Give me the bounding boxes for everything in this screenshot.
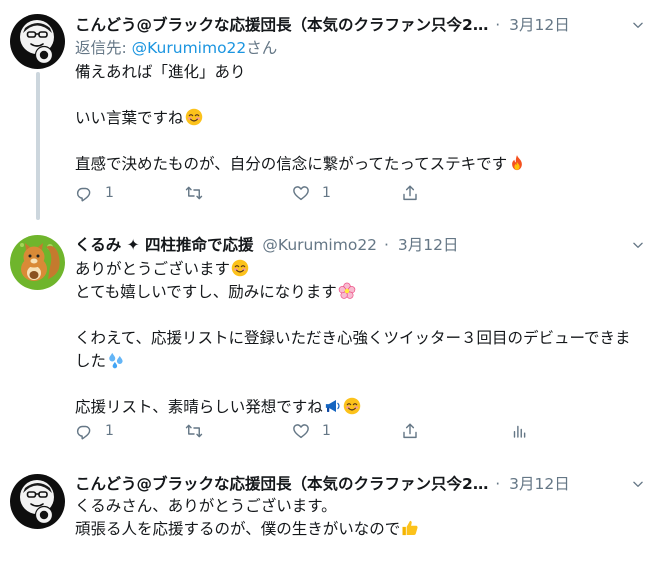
avatar[interactable]	[10, 235, 65, 290]
tweet-date[interactable]: 3月12日	[398, 236, 459, 254]
tweet-line-group: いい言葉ですね	[75, 107, 645, 130]
retweet-icon	[185, 422, 203, 440]
reply-button[interactable]: 1	[75, 421, 114, 441]
cherry-blossom-emoji-icon	[338, 282, 356, 300]
tweet-line: ありがとうございます	[75, 260, 231, 278]
author-handle[interactable]: @Kurumimo22	[262, 236, 377, 254]
like-button[interactable]: 1	[292, 183, 331, 203]
separator-dot: ·	[383, 236, 389, 254]
tweet-date[interactable]: 3月12日	[509, 16, 570, 34]
reply-icon	[75, 422, 93, 440]
tweet-2[interactable]: くるみ ✦ 四柱推命で応援 @Kurumimo22 · 3月12日 ありがとうご…	[0, 215, 655, 460]
retweet-button[interactable]	[185, 421, 215, 441]
chevron-down-icon[interactable]	[631, 237, 645, 251]
tweet-line: 頑張る人を応援するのが、僕の生きがいなので	[75, 520, 401, 538]
smiling-face-emoji-icon	[343, 397, 361, 415]
tweet-actions: 1 1	[75, 421, 545, 441]
share-icon	[401, 184, 419, 202]
retweet-icon	[185, 184, 203, 202]
tweet-line-group: くわえて、応援リストに登録いただき心強くツイッター３回目のデビューできました	[75, 327, 645, 373]
avatar[interactable]	[10, 474, 65, 529]
reply-count: 1	[105, 423, 114, 439]
author-name[interactable]: こんどう@ブラックな応援団長（本気のクラファン只今2…	[75, 473, 488, 495]
thread-line	[35, 72, 40, 220]
tweet-date[interactable]: 3月12日	[509, 475, 570, 493]
replying-to: 返信先: @Kurumimo22さん	[75, 37, 277, 59]
smiling-face-emoji-icon	[185, 108, 203, 126]
separator-dot: ·	[495, 475, 501, 493]
tweet-actions: 1 1	[75, 183, 545, 203]
reply-suffix: さん	[246, 39, 278, 57]
analytics-button[interactable]	[510, 421, 528, 441]
tweet-line: とても嬉しいですし、励みになります	[75, 283, 337, 301]
tweet-line: くわえて、応援リストに登録いただき心強くツイッター３回目のデビューできました	[75, 329, 631, 370]
heart-icon	[292, 422, 310, 440]
chevron-down-icon[interactable]	[631, 17, 645, 31]
like-count: 1	[322, 185, 331, 201]
megaphone-emoji-icon	[324, 397, 342, 415]
avatar-image	[10, 235, 65, 290]
tweet-header: くるみ ✦ 四柱推命で応援 @Kurumimo22 · 3月12日	[75, 234, 655, 256]
tweet-line-group: 頑張る人を応援するのが、僕の生きがいなので	[75, 518, 645, 541]
tweet-line: 応援リスト、素晴らしい発想ですね	[75, 398, 323, 416]
tweet-text: くるみさん、ありがとうございます。 頑張る人を応援するのが、僕の生きがいなので	[75, 495, 645, 541]
like-button[interactable]: 1	[292, 421, 331, 441]
tweet-line-group: 応援リスト、素晴らしい発想ですね	[75, 396, 645, 419]
tweet-text: 備えあれば「進化」あり いい言葉ですね 直感で決めたものが、自分の信念に繋がって…	[75, 61, 645, 176]
analytics-icon	[510, 422, 528, 440]
tweet-line: くるみさん、ありがとうございます。	[75, 497, 337, 515]
avatar-image	[10, 474, 65, 529]
reply-count: 1	[105, 185, 114, 201]
avatar[interactable]	[10, 14, 65, 69]
tweet-text: ありがとうございます とても嬉しいですし、励みになります くわえて、応援リストに…	[75, 258, 645, 419]
tweet-header: こんどう@ブラックな応援団長（本気のクラファン只今2… · 3月12日	[75, 473, 655, 495]
fire-emoji-icon	[508, 154, 526, 172]
reply-prefix: 返信先:	[75, 39, 132, 57]
avatar-image	[10, 14, 65, 69]
like-count: 1	[322, 423, 331, 439]
thumbs-up-emoji-icon	[401, 519, 419, 537]
tweet-line-group: 直感で決めたものが、自分の信念に繋がってたってステキです	[75, 153, 645, 176]
tweet-3[interactable]: こんどう@ブラックな応援団長（本気のクラファン只今2… · 3月12日 くるみさ…	[0, 460, 655, 585]
tweet-1[interactable]: こんどう@ブラックな応援団長（本気のクラファン只今2… · 3月12日 返信先:…	[0, 0, 655, 220]
separator-dot: ·	[495, 16, 501, 34]
tweet-line: 備えあれば「進化」あり	[75, 63, 246, 81]
tweet-line-group: とても嬉しいですし、励みになります	[75, 281, 645, 304]
tweet-header: こんどう@ブラックな応援団長（本気のクラファン只今2… · 3月12日	[75, 14, 655, 36]
heart-icon	[292, 184, 310, 202]
chevron-down-icon[interactable]	[631, 476, 645, 490]
smiling-face-emoji-icon	[231, 259, 249, 277]
reply-icon	[75, 184, 93, 202]
tweet-line-group: ありがとうございます	[75, 258, 645, 281]
share-button[interactable]	[401, 183, 419, 203]
tweet-line: 直感で決めたものが、自分の信念に繋がってたってステキです	[75, 155, 508, 173]
retweet-button[interactable]	[185, 183, 215, 203]
share-button[interactable]	[401, 421, 419, 441]
author-name[interactable]: くるみ ✦ 四柱推命で応援	[75, 236, 253, 254]
sweat-droplets-emoji-icon	[107, 351, 125, 369]
tweet-line: いい言葉ですね	[75, 109, 184, 127]
reply-button[interactable]: 1	[75, 183, 114, 203]
share-icon	[401, 422, 419, 440]
reply-mention-link[interactable]: @Kurumimo22	[132, 39, 247, 57]
author-name[interactable]: こんどう@ブラックな応援団長（本気のクラファン只今2…	[75, 14, 488, 36]
